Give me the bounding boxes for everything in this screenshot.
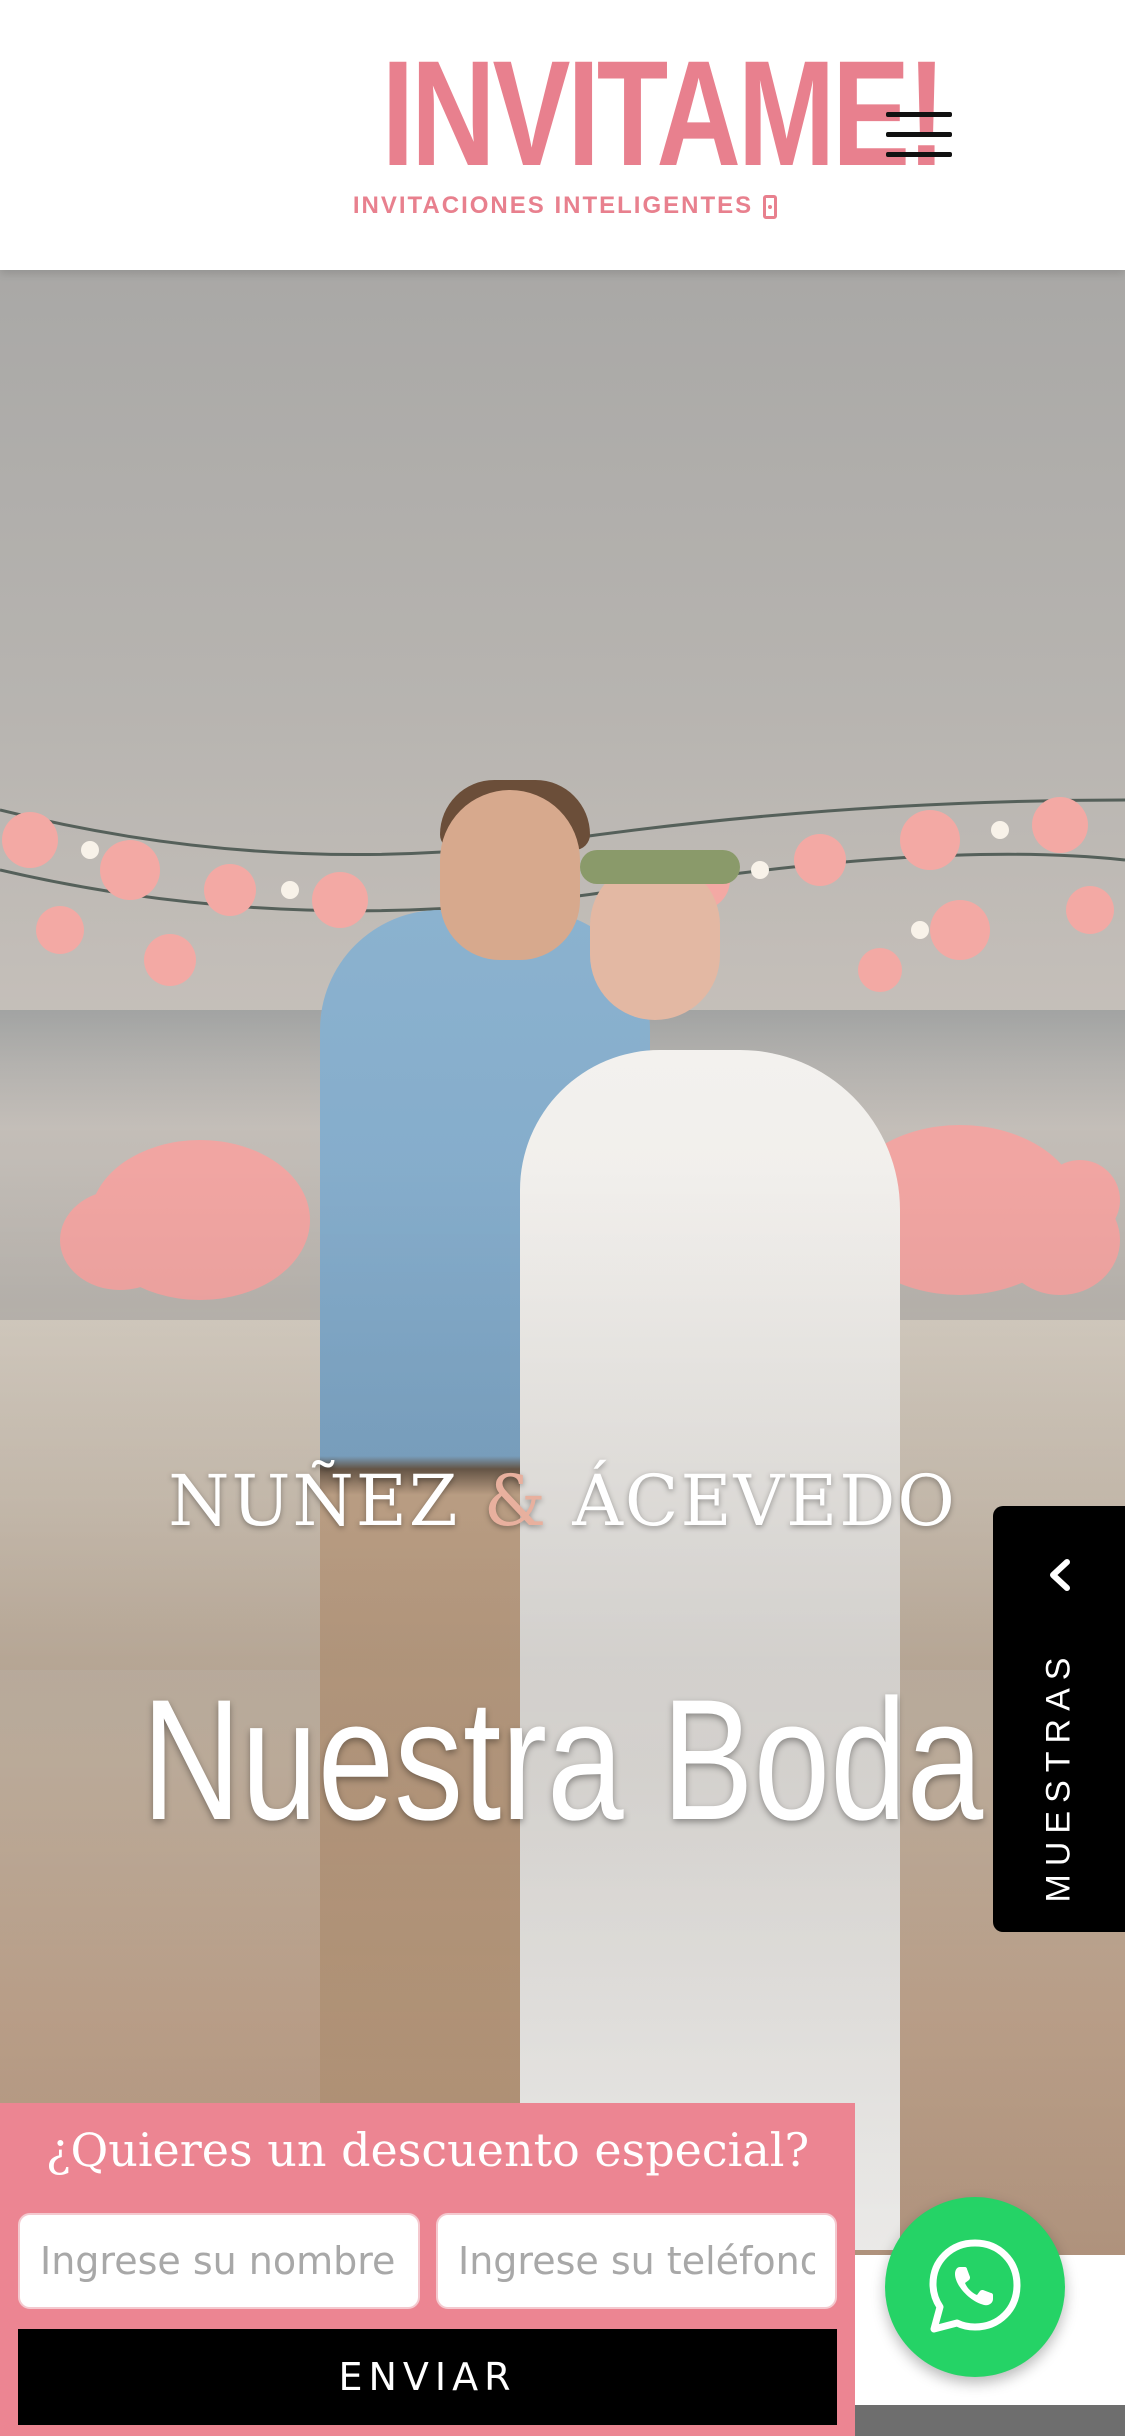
couple-names: NUÑEZ & ÁCEVEDO [0,1460,1125,1542]
muestras-side-tab[interactable]: MUESTRAS [993,1506,1125,1932]
discount-title: ¿Quieres un descuento especial? [45,2123,810,2177]
ampersand: & [483,1460,549,1542]
name-input[interactable] [18,2213,420,2309]
muestras-label: MUESTRAS [1039,1649,1078,1903]
hero-banner: NUÑEZ & ÁCEVEDO Nuestra Boda [0,270,1125,2255]
hamburger-menu-icon[interactable] [886,108,960,160]
site-header: INVITAME! INVITACIONES INTELIGENTES [0,0,1125,270]
phone-heart-icon [763,194,778,219]
logo-title: INVITAME! [381,29,946,197]
send-button[interactable]: ENVIAR [18,2329,837,2425]
phone-input[interactable] [436,2213,837,2309]
hero-title: Nuestra Boda [141,1664,984,1856]
name-left: NUÑEZ [168,1460,460,1542]
discount-form: ¿Quieres un descuento especial? ENVIAR [0,2103,855,2436]
logo[interactable]: INVITAME! INVITACIONES INTELIGENTES [330,29,946,220]
whatsapp-button[interactable] [885,2197,1065,2377]
whatsapp-icon [929,2239,1021,2333]
chevron-left-icon [1050,1559,1070,1591]
name-right: ÁCEVEDO [572,1460,957,1542]
